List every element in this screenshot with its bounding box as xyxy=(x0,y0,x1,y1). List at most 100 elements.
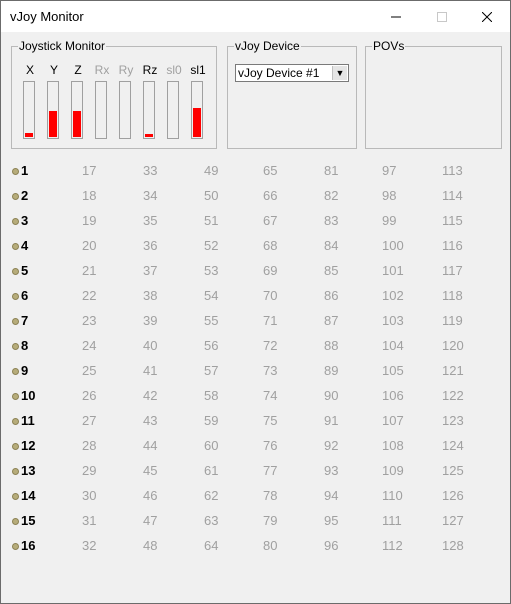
minimize-icon xyxy=(391,16,401,17)
axis-fill-x xyxy=(25,133,33,137)
button-70: 70 xyxy=(263,288,278,303)
axis-label-x: X xyxy=(25,63,34,77)
button-indicator-icon xyxy=(12,293,19,300)
button-76: 76 xyxy=(263,438,278,453)
button-121: 121 xyxy=(442,363,464,378)
button-117: 117 xyxy=(442,263,463,278)
button-40: 40 xyxy=(143,338,158,353)
button-5: 5 xyxy=(21,263,29,278)
button-85: 85 xyxy=(324,263,339,278)
button-112: 112 xyxy=(382,538,403,553)
button-73: 73 xyxy=(263,363,278,378)
button-22: 22 xyxy=(82,288,97,303)
window-title: vJoy Monitor xyxy=(10,9,84,24)
button-59: 59 xyxy=(204,413,219,428)
button-124: 124 xyxy=(442,438,464,453)
button-21: 21 xyxy=(82,263,97,278)
button-82: 82 xyxy=(324,188,339,203)
axis-label-rx: Rx xyxy=(94,63,110,77)
button-97: 97 xyxy=(382,163,397,178)
axis-bar-ry xyxy=(119,81,131,139)
vjoy-device-selected: vJoy Device #1 xyxy=(238,66,320,80)
button-3: 3 xyxy=(21,213,29,228)
axis-label-sl0: sl0 xyxy=(166,63,182,77)
axis-label-y: Y xyxy=(49,63,58,77)
button-108: 108 xyxy=(382,438,404,453)
button-55: 55 xyxy=(204,313,219,328)
minimize-button[interactable] xyxy=(373,1,419,32)
button-99: 99 xyxy=(382,213,397,228)
button-20: 20 xyxy=(82,238,97,253)
button-113: 113 xyxy=(442,163,463,178)
button-12: 12 xyxy=(21,438,36,453)
button-26: 26 xyxy=(82,388,97,403)
button-125: 125 xyxy=(442,463,464,478)
button-74: 74 xyxy=(263,388,278,403)
button-indicator-icon xyxy=(12,168,19,175)
button-38: 38 xyxy=(143,288,158,303)
button-19: 19 xyxy=(82,213,97,228)
button-120: 120 xyxy=(442,338,464,353)
button-31: 31 xyxy=(82,513,97,528)
button-107: 107 xyxy=(382,413,404,428)
button-51: 51 xyxy=(204,213,219,228)
button-8: 8 xyxy=(21,338,29,353)
close-button[interactable] xyxy=(464,1,510,32)
button-60: 60 xyxy=(204,438,219,453)
axis-bar-y xyxy=(47,81,59,139)
axis-fill-rz xyxy=(145,134,153,137)
button-114: 114 xyxy=(442,188,463,203)
button-56: 56 xyxy=(204,338,219,353)
button-54: 54 xyxy=(204,288,219,303)
button-75: 75 xyxy=(263,413,278,428)
button-48: 48 xyxy=(143,538,158,553)
button-28: 28 xyxy=(82,438,97,453)
button-80: 80 xyxy=(263,538,278,553)
button-61: 61 xyxy=(204,463,219,478)
vjoy-device-title: vJoy Device xyxy=(234,39,301,53)
axis-bar-z xyxy=(71,81,83,139)
button-7: 7 xyxy=(21,313,29,328)
axis-bar-rz xyxy=(143,81,155,139)
button-84: 84 xyxy=(324,238,339,253)
button-94: 94 xyxy=(324,488,339,503)
button-90: 90 xyxy=(324,388,339,403)
button-64: 64 xyxy=(204,538,219,553)
button-83: 83 xyxy=(324,213,339,228)
button-111: 111 xyxy=(382,513,402,528)
dropdown-arrow-icon[interactable]: ▼ xyxy=(332,66,347,80)
axis-bar-rx xyxy=(95,81,107,139)
button-65: 65 xyxy=(263,163,278,178)
vjoy-device-select[interactable]: vJoy Device #1 ▼ xyxy=(235,64,349,82)
axis-label-z: Z xyxy=(74,63,82,77)
button-122: 122 xyxy=(442,388,464,403)
title-bar[interactable]: vJoy Monitor xyxy=(1,1,510,32)
povs-title: POVs xyxy=(372,39,406,53)
button-128: 128 xyxy=(442,538,464,553)
button-13: 13 xyxy=(21,463,36,478)
button-indicator-icon xyxy=(12,218,19,225)
button-104: 104 xyxy=(382,338,404,353)
button-indicator-icon xyxy=(12,243,19,250)
button-6: 6 xyxy=(21,288,29,303)
button-1: 1 xyxy=(21,163,29,178)
button-indicator-icon xyxy=(12,418,19,425)
button-4: 4 xyxy=(21,238,29,253)
button-27: 27 xyxy=(82,413,97,428)
button-11: 11 xyxy=(21,413,35,428)
button-63: 63 xyxy=(204,513,219,528)
button-42: 42 xyxy=(143,388,158,403)
button-52: 52 xyxy=(204,238,219,253)
button-18: 18 xyxy=(82,188,97,203)
button-109: 109 xyxy=(382,463,404,478)
button-92: 92 xyxy=(324,438,339,453)
button-29: 29 xyxy=(82,463,97,478)
button-86: 86 xyxy=(324,288,339,303)
button-116: 116 xyxy=(442,238,463,253)
button-126: 126 xyxy=(442,488,464,503)
axis-bar-sl0 xyxy=(167,81,179,139)
button-119: 119 xyxy=(442,313,463,328)
button-100: 100 xyxy=(382,238,404,253)
axis-fill-z xyxy=(73,111,81,137)
button-58: 58 xyxy=(204,388,219,403)
